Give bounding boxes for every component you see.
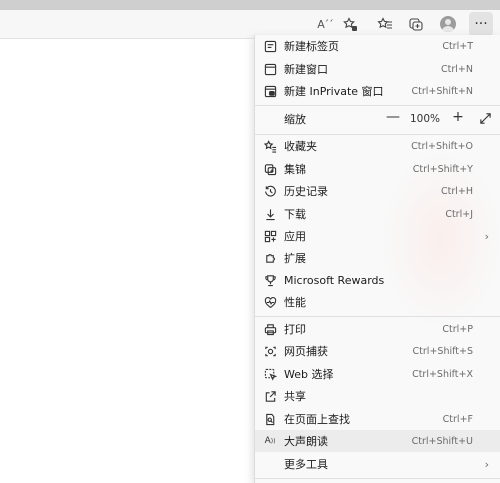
menu-item-shortcut: Ctrl+F (442, 413, 473, 425)
menu-item-label: Microsoft Rewards (284, 273, 385, 287)
menu-item-label: 网页捕获 (284, 345, 328, 358)
menu-item-label: 共享 (284, 390, 306, 403)
menu-item-shortcut: Ctrl+P (442, 323, 473, 335)
menu-item-label: 在页面上查找 (284, 413, 350, 426)
chevron-right-icon: › (484, 229, 489, 243)
menu-item-find-on-page[interactable]: 在页面上查找 Ctrl+F (255, 408, 500, 430)
favorites-icon (377, 17, 392, 29)
extensions-icon (263, 251, 277, 265)
add-favorite-button[interactable] (338, 12, 362, 36)
menu-item-label: Web 选择 (284, 368, 334, 381)
inprivate-window-icon (263, 84, 277, 98)
settings-menu: 新建标签页 Ctrl+T 新建窗口 Ctrl+N 新建 InPrivate 窗口… (254, 35, 500, 483)
print-icon (263, 322, 277, 336)
menu-item-label: 更多工具 (284, 458, 328, 471)
read-aloud-icon: A´´ (317, 17, 334, 31)
star-add-icon (343, 17, 357, 31)
settings-and-more-button[interactable]: ··· (469, 12, 493, 36)
menu-item-label: 新建标签页 (284, 40, 339, 53)
menu-item-label: 扩展 (284, 252, 306, 265)
favorites-button[interactable] (373, 12, 397, 36)
zoom-level: 100% (410, 113, 441, 125)
menu-item-label: 集锦 (284, 163, 306, 176)
menu-item-web-capture[interactable]: 网页捕获 Ctrl+Shift+S (255, 340, 500, 362)
history-icon (263, 184, 277, 198)
menu-separator (255, 316, 500, 317)
menu-item-read-aloud[interactable]: A)) 大声朗读 Ctrl+Shift+U (255, 430, 500, 452)
menu-item-label: 应用 (284, 230, 306, 243)
menu-item-label: 新建窗口 (284, 63, 328, 76)
menu-item-new-window[interactable]: 新建窗口 Ctrl+N (255, 58, 500, 80)
apps-icon (263, 229, 277, 243)
menu-item-shortcut: Ctrl+Shift+U (411, 435, 473, 447)
avatar (440, 16, 456, 32)
menu-item-performance[interactable]: 性能 (255, 291, 500, 313)
menu-item-downloads[interactable]: 下载 Ctrl+J (255, 203, 500, 225)
new-tab-icon (263, 39, 277, 53)
menu-item-apps[interactable]: 应用 › (255, 225, 500, 247)
menu-item-shortcut: Ctrl+J (445, 208, 473, 220)
tab-strip (0, 0, 500, 10)
menu-item-collections[interactable]: 集锦 Ctrl+Shift+Y (255, 158, 500, 180)
menu-item-web-select[interactable]: Web 选择 Ctrl+Shift+X (255, 363, 500, 385)
web-select-icon (263, 367, 277, 381)
menu-item-label: 大声朗读 (284, 435, 328, 448)
menu-item-favorites[interactable]: 收藏夹 Ctrl+Shift+O (255, 135, 500, 157)
menu-item-shortcut: Ctrl+H (440, 185, 473, 197)
find-icon (263, 412, 277, 426)
menu-item-label: 下载 (284, 208, 306, 221)
menu-item-more-tools[interactable]: 更多工具 › (255, 453, 500, 475)
menu-item-label: 打印 (284, 323, 306, 336)
menu-item-share[interactable]: 共享 (255, 385, 500, 407)
web-capture-icon (263, 344, 277, 358)
menu-item-history[interactable]: 历史记录 Ctrl+H (255, 180, 500, 202)
menu-item-shortcut: Ctrl+Shift+O (411, 140, 473, 152)
menu-item-new-tab[interactable]: 新建标签页 Ctrl+T (255, 35, 500, 57)
menu-item-shortcut: Ctrl+Shift+N (411, 85, 473, 97)
collections-icon (409, 18, 423, 31)
menu-item-shortcut: Ctrl+Shift+X (412, 368, 473, 380)
download-icon (263, 207, 277, 221)
collections-button[interactable] (404, 12, 428, 36)
menu-item-shortcut: Ctrl+Shift+S (412, 345, 473, 357)
more-icon: ··· (474, 16, 488, 32)
read-aloud-button[interactable]: A´´ (313, 12, 337, 36)
menu-item-zoom: 缩放 — 100% + (255, 107, 500, 131)
zoom-in-button[interactable]: + (449, 109, 467, 125)
chevron-right-icon: › (484, 457, 489, 471)
menu-item-shortcut: Ctrl+T (442, 40, 473, 52)
menu-separator (255, 105, 500, 106)
menu-item-microsoft-rewards[interactable]: Microsoft Rewards (255, 269, 500, 291)
expand-icon (480, 113, 491, 124)
favorites-icon (263, 139, 277, 153)
new-window-icon (263, 62, 277, 76)
menu-separator (255, 478, 500, 479)
heart-pulse-icon (263, 295, 277, 309)
profile-button[interactable] (436, 12, 460, 36)
menu-item-print[interactable]: 打印 Ctrl+P (255, 318, 500, 340)
menu-item-label: 收藏夹 (284, 140, 317, 153)
menu-item-label: 性能 (284, 296, 306, 309)
menu-item-label: 历史记录 (284, 185, 328, 198)
zoom-label: 缩放 (284, 113, 306, 126)
read-aloud-icon: A)) (264, 436, 276, 446)
menu-item-new-inprivate-window[interactable]: 新建 InPrivate 窗口 Ctrl+Shift+N (255, 80, 500, 102)
full-screen-button[interactable] (479, 112, 492, 128)
menu-item-extensions[interactable]: 扩展 (255, 247, 500, 269)
menu-item-shortcut: Ctrl+N (441, 63, 473, 75)
zoom-out-button[interactable]: — (384, 109, 402, 125)
trophy-icon (263, 273, 277, 287)
menu-item-label: 新建 InPrivate 窗口 (284, 85, 384, 98)
menu-item-shortcut: Ctrl+Shift+Y (412, 163, 473, 175)
share-icon (263, 389, 277, 403)
collections-icon (263, 162, 277, 176)
